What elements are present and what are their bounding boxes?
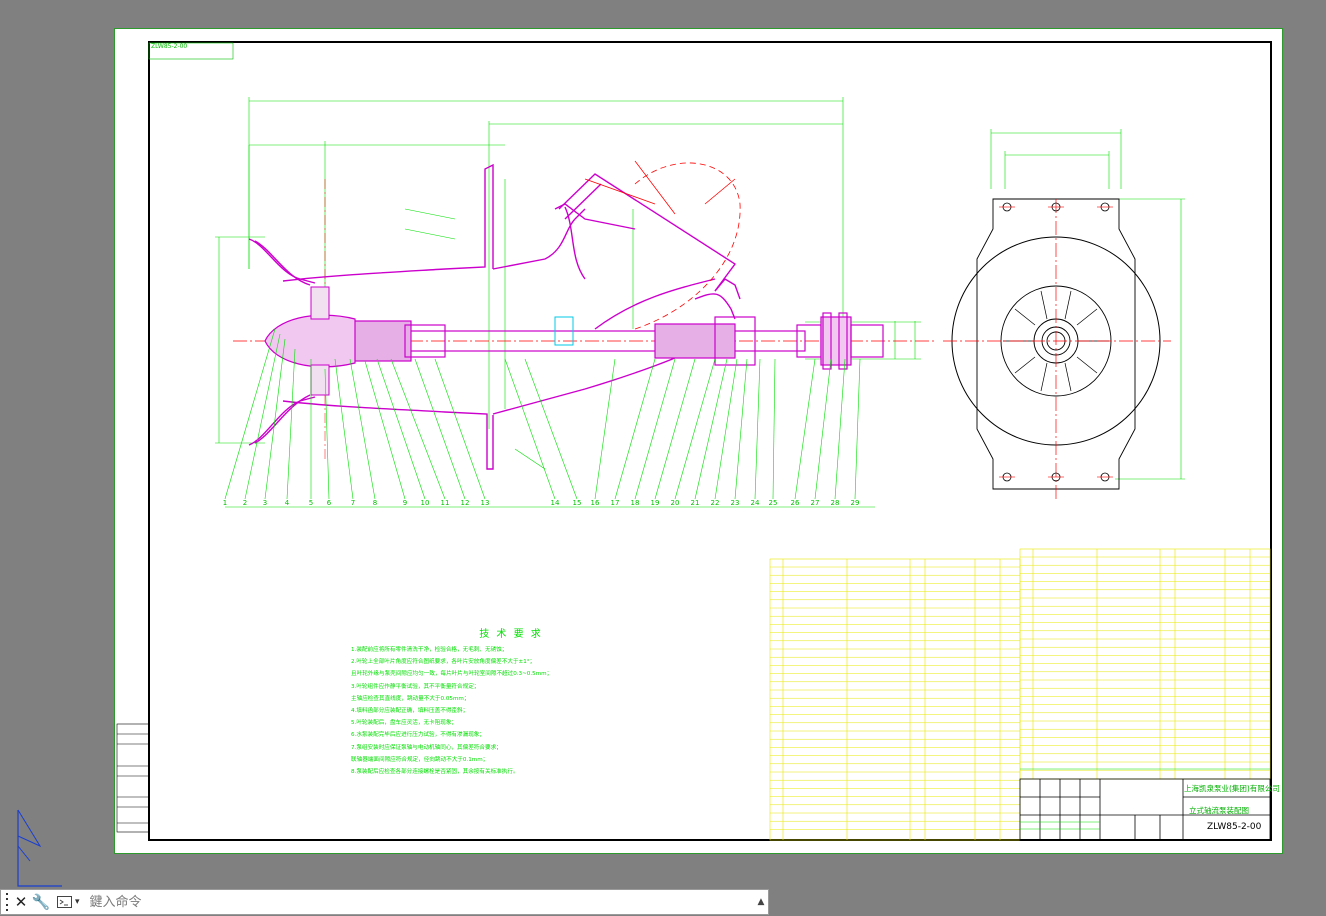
- discharge-elbow: [558, 173, 737, 330]
- side-view: [215, 97, 935, 508]
- wrench-icon[interactable]: 🔧: [31, 891, 51, 913]
- note-line: 4.填料函部分应装配正确，填料压盖不得歪斜；: [351, 708, 469, 715]
- note-line: 5.叶轮装配后，盘车应灵活，无卡阻现象；: [351, 720, 458, 727]
- note-line: 联轴器端面间隙应符合规定，径向跳动不大于0.1mm；: [351, 756, 489, 763]
- part-balloon: 20: [671, 499, 680, 507]
- note-line: 且叶轮外缘与泵壳间隙应均匀一致，每片叶片与叶轮室间隙不超过0.3~0.5mm；: [351, 671, 553, 678]
- bom-right: [1019, 548, 1271, 780]
- part-balloon: 15: [573, 499, 582, 507]
- part-balloon: 18: [631, 499, 640, 507]
- part-balloon: 13: [481, 499, 490, 507]
- part-balloons: 1 2 3 4 5 6 7 8 9 10 11 12 13 14 15 16 17 18 19 20 21 22 23 24 2…: [223, 499, 860, 507]
- note-line: 2.叶轮上全部叶片角度应符合图纸要求，各叶片安放角度偏差不大于±1°；: [351, 659, 536, 666]
- part-balloon: 2: [243, 499, 247, 507]
- part-balloon: 8: [373, 499, 377, 507]
- part-balloon: 17: [611, 499, 620, 507]
- part-balloon: 12: [461, 499, 470, 507]
- drawing-sheet[interactable]: 1 2 3 4 5 6 7 8 9 10 11 12 13 14 15 16 17 18 19 20 21 22 23 24 2…: [114, 28, 1283, 854]
- part-balloon: 29: [851, 499, 860, 507]
- part-balloon: 21: [691, 499, 700, 507]
- part-balloon: 26: [791, 499, 800, 507]
- scroll-up-icon[interactable]: ▲: [754, 891, 768, 913]
- note-line: 8.泵装配后应检查各部分连接螺栓是否紧固，其余按有关标准执行。: [351, 769, 519, 776]
- cad-drawing-canvas[interactable]: 1 2 3 4 5 6 7 8 9 10 11 12 13 14 15 16 17 18 19 20 21 22 23 24 2…: [115, 29, 1284, 855]
- command-prompt-icon[interactable]: ▾: [57, 896, 80, 908]
- company-name: 上海凯泉泵业(集团)有限公司: [1184, 784, 1280, 793]
- note-line: 3.叶轮组件应作静平衡试验，其不平衡量符合规定；: [351, 683, 480, 690]
- note-line: 7.泵组安装时应保证泵轴与电动机轴同心，其偏差符合要求；: [351, 744, 502, 751]
- close-icon[interactable]: ✕: [11, 891, 31, 913]
- left-margin-boxes: [116, 723, 150, 833]
- technical-notes: 技 术 要 求 1.装配前应将所有零件清洗干净，检验合格，无毛刺、无锈蚀； 2.…: [351, 625, 671, 778]
- grip-handle[interactable]: [3, 891, 11, 913]
- ucs-icon: [17, 809, 62, 887]
- part-balloon: 23: [731, 499, 740, 507]
- command-line[interactable]: ✕ 🔧 ▾ ▲: [0, 889, 769, 915]
- part-balloon: 28: [831, 499, 840, 507]
- drawing-border: [148, 41, 1272, 841]
- note-line: 主轴应检查其直线度，跳动量不大于0.05mm；: [351, 695, 470, 702]
- part-balloon: 9: [403, 499, 407, 507]
- part-balloon: 14: [551, 499, 560, 507]
- end-view: [943, 129, 1185, 499]
- notes-title: 技 术 要 求: [479, 629, 543, 640]
- part-balloon: 24: [751, 499, 760, 507]
- prompt-glyph-icon: [57, 896, 72, 908]
- note-line: 6.水泵装配完毕后应进行压力试验，不得有渗漏现象；: [351, 732, 485, 739]
- drawing-code-top: ZLW85-2-00: [151, 43, 188, 50]
- pump-casing: [282, 163, 741, 470]
- part-balloon: 3: [263, 499, 267, 507]
- part-balloon: 16: [591, 499, 600, 507]
- part-balloon: 22: [711, 499, 720, 507]
- part-balloon: 5: [309, 499, 313, 507]
- drawing-code: ZLW85-2-00: [1207, 822, 1262, 832]
- part-balloon: 6: [327, 499, 332, 507]
- drawing-title: 立式轴流泵装配图: [1189, 806, 1249, 815]
- part-balloon: 25: [769, 499, 778, 507]
- note-line: 1.装配前应将所有零件清洗干净，检验合格，无毛刺、无锈蚀；: [351, 647, 508, 653]
- part-balloon: 19: [651, 499, 660, 507]
- part-balloon: 10: [421, 499, 430, 507]
- part-balloon: 27: [811, 499, 820, 507]
- chevron-down-icon: ▾: [75, 897, 80, 907]
- bom-left: [769, 558, 1021, 841]
- part-balloon: 1: [223, 499, 227, 507]
- command-input[interactable]: [87, 893, 754, 911]
- part-balloon: 7: [351, 499, 355, 507]
- part-balloon: 11: [441, 499, 450, 507]
- part-balloon: 4: [285, 499, 290, 507]
